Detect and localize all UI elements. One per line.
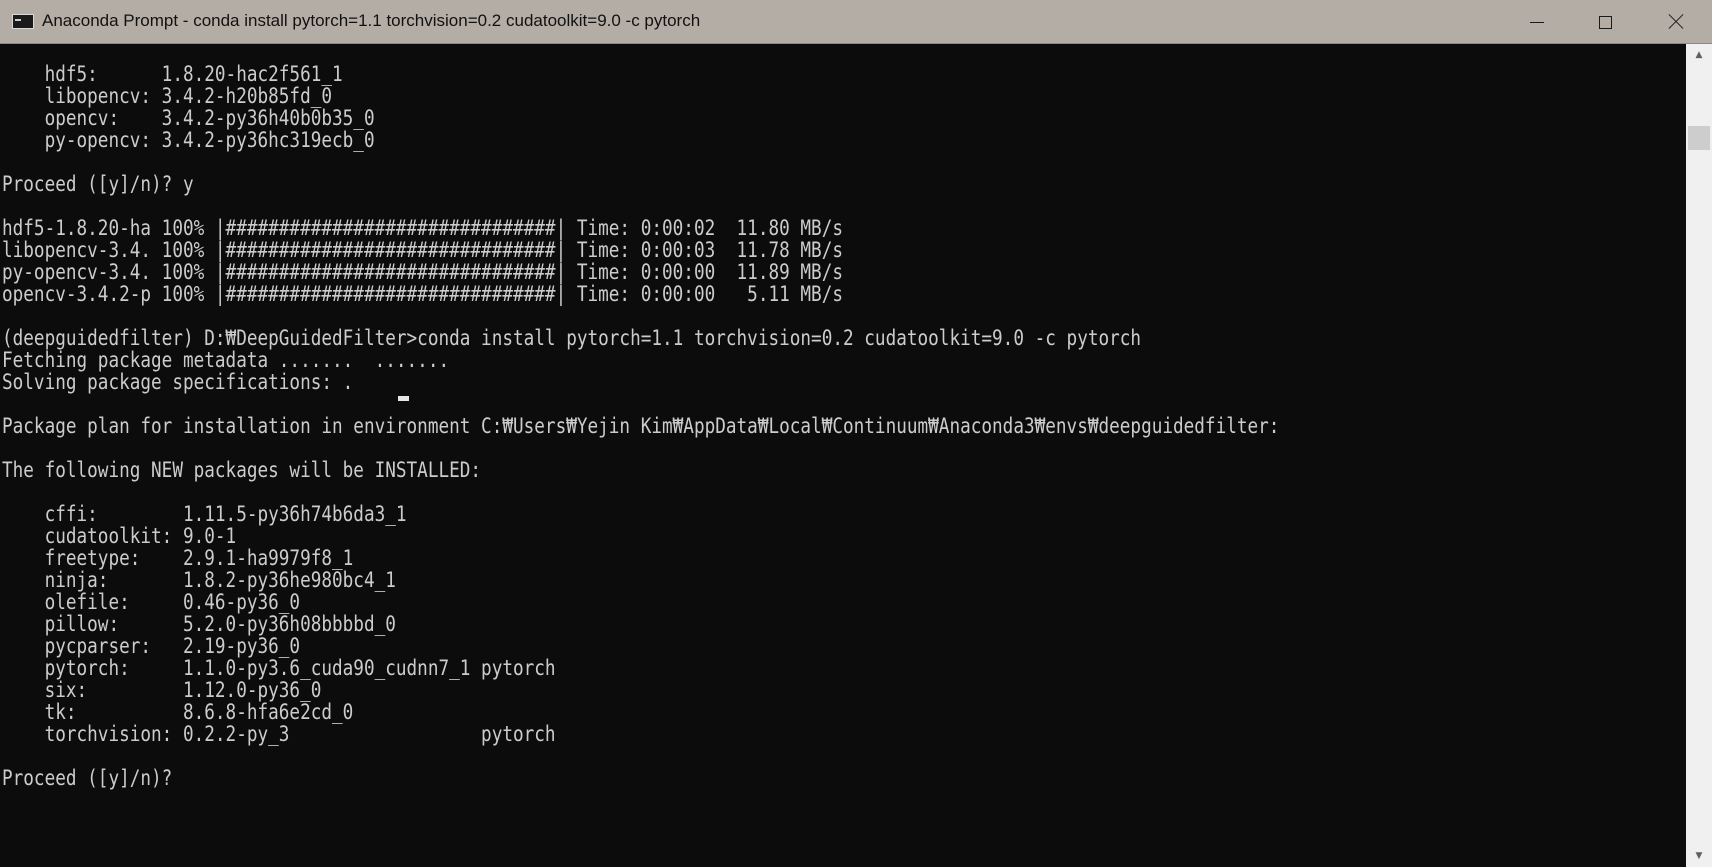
console-line: py-opencv: 3.4.2-py36hc319ecb_0	[2, 128, 375, 152]
console-line: opencv: 3.4.2-py36h40b0b35_0	[2, 106, 375, 130]
text-cursor	[398, 396, 409, 401]
console-line: olefile: 0.46-py36_0	[2, 590, 301, 614]
scrollbar-thumb[interactable]	[1688, 126, 1710, 150]
console-line: pytorch: 1.1.0-py3.6_cuda90_cudnn7_1 pyt…	[2, 656, 556, 680]
console-line: hdf5-1.8.20-ha 100% |###################…	[2, 216, 844, 240]
minimize-button[interactable]	[1503, 0, 1571, 44]
console-line: cffi: 1.11.5-py36h74b6da3_1	[2, 502, 407, 526]
console-line: Proceed ([y]/n)? y	[2, 172, 194, 196]
console-line: opencv-3.4.2-p 100% |###################…	[2, 282, 844, 306]
arrow-down-icon: ▼	[1695, 851, 1703, 861]
console-line: Fetching package metadata ....... ......…	[2, 348, 450, 372]
vertical-scrollbar[interactable]: ▲ ▼	[1686, 44, 1712, 867]
close-button[interactable]	[1640, 0, 1712, 44]
console-line: libopencv-3.4. 100% |###################…	[2, 238, 844, 262]
console-app-icon	[12, 14, 34, 29]
console-output[interactable]: hdf5: 1.8.20-hac2f561_1 libopencv: 3.4.2…	[0, 44, 1686, 867]
arrow-up-icon: ▲	[1695, 50, 1703, 60]
minimize-icon	[1530, 21, 1544, 23]
console-line: torchvision: 0.2.2-py_3 pytorch	[2, 722, 556, 746]
console-line: pycparser: 2.19-py36_0	[2, 634, 301, 658]
console-line: pillow: 5.2.0-py36h08bbbbd_0	[2, 612, 396, 636]
console-line: Solving package specifications: .	[2, 370, 354, 394]
console-line: libopencv: 3.4.2-h20b85fd_0	[2, 84, 333, 108]
console-line: The following NEW packages will be INSTA…	[2, 458, 482, 482]
console-line: hdf5: 1.8.20-hac2f561_1	[2, 62, 343, 86]
scroll-up-button[interactable]: ▲	[1686, 44, 1712, 66]
title-bar[interactable]: Anaconda Prompt - conda install pytorch=…	[0, 0, 1712, 44]
console-line: six: 1.12.0-py36_0	[2, 678, 322, 702]
console-line: freetype: 2.9.1-ha9979f8_1	[2, 546, 354, 570]
console-line: Package plan for installation in environ…	[2, 414, 1280, 438]
close-icon	[1668, 14, 1684, 30]
console-line: py-opencv-3.4. 100% |###################…	[2, 260, 844, 284]
console-line: cudatoolkit: 9.0-1	[2, 524, 237, 548]
console-window: Anaconda Prompt - conda install pytorch=…	[0, 0, 1712, 867]
maximize-icon	[1598, 15, 1612, 29]
console-line: (deepguidedfilter) D:₩DeepGuidedFilter>c…	[2, 326, 1142, 350]
console-line: Proceed ([y]/n)?	[2, 766, 173, 790]
window-title: Anaconda Prompt - conda install pytorch=…	[42, 11, 701, 30]
scroll-down-button[interactable]: ▼	[1686, 845, 1712, 867]
maximize-button[interactable]	[1571, 0, 1639, 44]
console-line: tk: 8.6.8-hfa6e2cd_0	[2, 700, 354, 724]
console-line: ninja: 1.8.2-py36he980bc4_1	[2, 568, 396, 592]
